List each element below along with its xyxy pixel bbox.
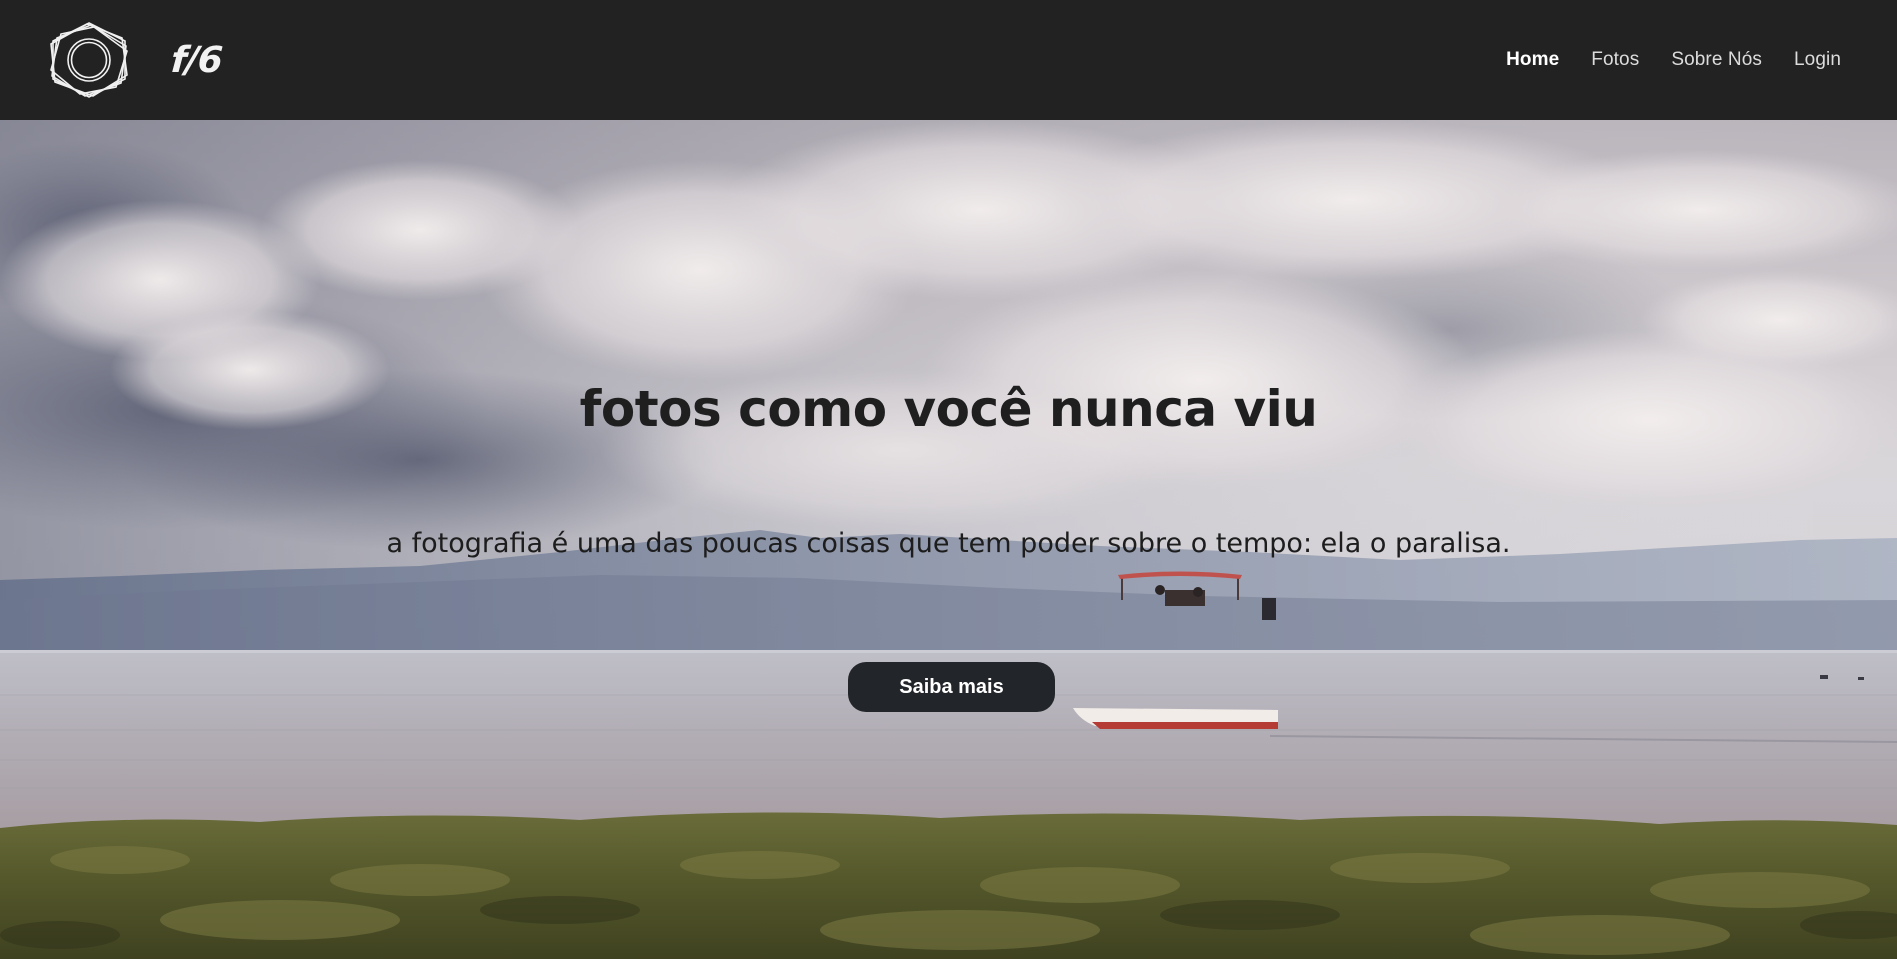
main-nav: Home Fotos Sobre Nós Login <box>1474 49 1841 71</box>
nav-link-login[interactable]: Login <box>1794 49 1841 70</box>
logo-link[interactable]: f/6 <box>47 20 224 100</box>
nav-link-fotos[interactable]: Fotos <box>1591 49 1639 70</box>
hero-title: fotos como você nunca viu <box>579 380 1318 438</box>
hero-content: fotos como você nunca viu a fotografia é… <box>0 120 1897 959</box>
saiba-mais-button[interactable]: Saiba mais <box>848 662 1055 712</box>
nav-link-sobre-nos[interactable]: Sobre Nós <box>1671 49 1762 70</box>
aperture-hexagon-icon <box>50 22 128 98</box>
nav-item-login: Login <box>1794 49 1841 71</box>
nav-item-home: Home <box>1506 49 1559 71</box>
hero-section: fotos como você nunca viu a fotografia é… <box>0 120 1897 959</box>
navbar: f/6 Home Fotos Sobre Nós Login <box>0 0 1897 120</box>
brand-name: f/6 <box>169 39 224 81</box>
nav-item-sobre-nos: Sobre Nós <box>1671 49 1762 71</box>
nav-link-home[interactable]: Home <box>1506 49 1559 70</box>
nav-item-fotos: Fotos <box>1591 49 1639 71</box>
hero-subtitle: a fotografia é uma das poucas coisas que… <box>386 528 1511 559</box>
